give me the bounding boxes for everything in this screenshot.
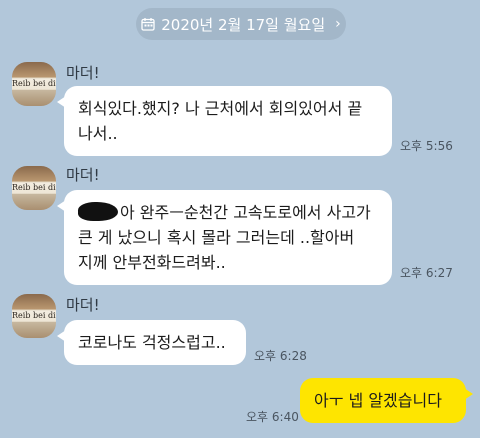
message-time: 오후 6:40 — [246, 410, 299, 424]
message-line: 코로나도 걱정스럽고.. — [78, 333, 226, 352]
sender-name: 마더! — [66, 166, 100, 184]
sender-avatar[interactable]: Reib bei dir — [12, 294, 56, 338]
message-line: 지께 안부전화드려봐.. — [78, 253, 226, 272]
my-message-bubble[interactable]: 아ㅜ 넵 알겠습니다 — [300, 378, 473, 423]
avatar-text: Reib bei dir — [12, 311, 56, 320]
avatar-text: Reib bei dir — [12, 183, 56, 192]
sender-avatar[interactable]: Reib bei dir — [12, 62, 56, 106]
message-time: 오후 6:27 — [400, 266, 453, 280]
message-line: 회식있다.했지? 나 근처에서 회의있어서 끝 — [78, 99, 363, 118]
message-time: 오후 5:56 — [400, 139, 453, 153]
sender-avatar[interactable]: Reib bei dir — [12, 166, 56, 210]
message-time: 오후 6:28 — [254, 349, 307, 363]
calendar-icon — [141, 18, 155, 31]
message-line: 아 완주ㅡ순천간 고속도로에서 사고가 — [120, 203, 371, 222]
message-line: 큰 게 났으니 혹시 몰라 그러는데 ..할아버 — [78, 228, 355, 247]
message-bubble[interactable]: 회식있다.했지? 나 근처에서 회의있어서 끝 나서.. — [57, 86, 392, 156]
message-bubble[interactable]: 코로나도 걱정스럽고.. — [57, 320, 246, 365]
message-line: 아ㅜ 넵 알겠습니다 — [314, 391, 442, 410]
sender-name: 마더! — [66, 296, 100, 314]
chevron-right-icon: › — [335, 16, 341, 32]
redaction-scribble — [78, 202, 118, 221]
message-bubble[interactable]: 아 완주ㅡ순천간 고속도로에서 사고가 큰 게 났으니 혹시 몰라 그러는데 .… — [57, 190, 392, 285]
date-divider[interactable]: 2020년 2월 17일 월요일 › — [136, 8, 346, 40]
avatar-text: Reib bei dir — [12, 79, 56, 88]
sender-name: 마더! — [66, 64, 100, 82]
date-divider-text: 2020년 2월 17일 월요일 — [161, 15, 326, 34]
message-line: 나서.. — [78, 124, 118, 143]
